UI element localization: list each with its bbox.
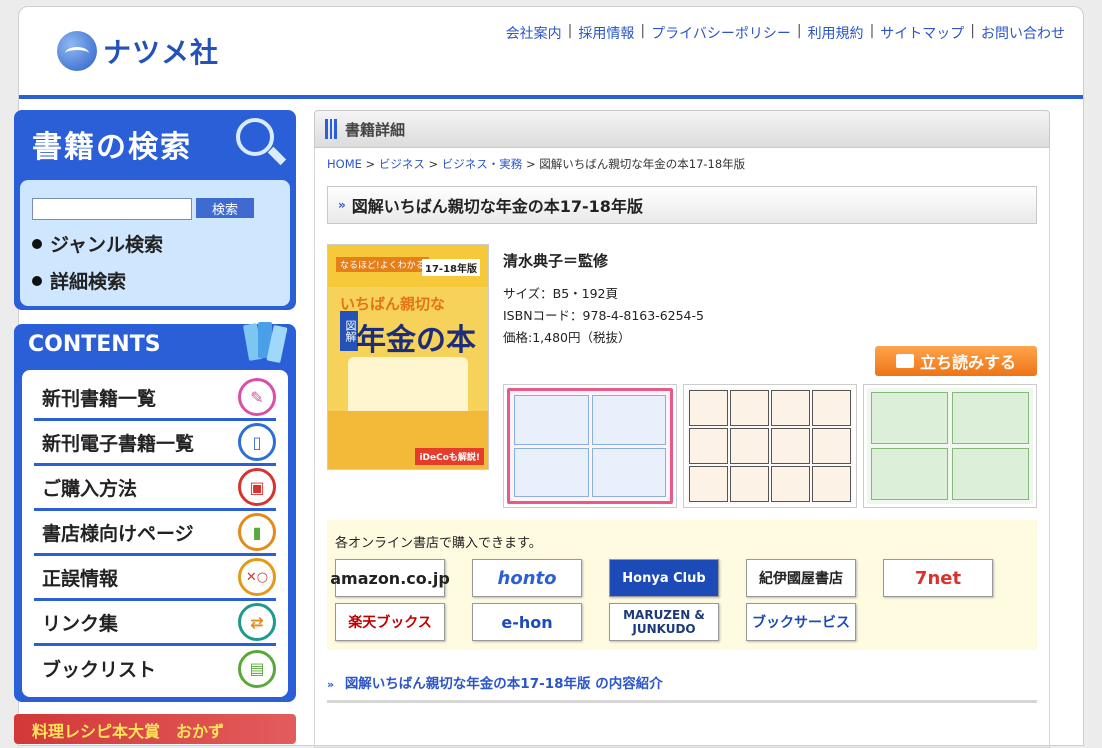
- book-info-area: なるほど!よくわかる 17-18年版 いちばん親切な 図解 年金の本 iDeCo…: [327, 244, 1037, 514]
- cover-year: 17-18年版: [422, 259, 480, 276]
- double-arrow-icon: »: [327, 678, 335, 691]
- tablet-icon: ▯: [238, 423, 276, 461]
- intro-heading: » 図解いちばん親切な年金の本17-18年版 の内容紹介: [327, 672, 1037, 703]
- exchange-icon: ⇄: [238, 603, 276, 641]
- shop-ehon[interactable]: e-hon: [472, 603, 582, 641]
- crumb-current: 図解いちばん親切な年金の本17-18年版: [539, 157, 746, 171]
- menu-new-ebooks[interactable]: 新刊電子書籍一覧 ▯: [34, 421, 276, 466]
- book-title: 図解いちばん親切な年金の本17-18年版: [351, 197, 643, 216]
- search-input[interactable]: [32, 198, 192, 220]
- book-size: サイズ：B5・192頁: [503, 286, 619, 301]
- menu-booklist[interactable]: ブックリスト ▤: [34, 646, 276, 691]
- recipe-award-banner[interactable]: 料理レシピ本大賞 おかず: [14, 714, 296, 744]
- main-content: 書籍詳細 HOME > ビジネス > ビジネス・実務 > 図解いちばん親切な年金…: [314, 110, 1050, 748]
- intro-title: 図解いちばん親切な年金の本17-18年版 の内容紹介: [344, 676, 663, 692]
- shops-label: 各オンライン書店で購入できます。: [335, 536, 542, 551]
- search-box: 書籍の検索 検索 ジャンル検索 詳細検索: [14, 110, 296, 310]
- logo-text: ナツメ社: [103, 36, 220, 69]
- menu-bookstore[interactable]: 書店様向けページ ▮: [34, 511, 276, 556]
- menu-label: 新刊書籍一覧: [42, 387, 157, 410]
- menu-links[interactable]: リンク集 ⇄: [34, 601, 276, 646]
- crumb-business-practice[interactable]: ビジネス・実務: [442, 157, 523, 171]
- top-nav: 会社案内 | 採用情報 | プライバシーポリシー | 利用規約 | サイトマップ | お問…: [505, 23, 1065, 43]
- menu-errata[interactable]: 正誤情報 ✕○: [34, 556, 276, 601]
- detail-search-link[interactable]: 詳細検索: [32, 267, 278, 294]
- open-book-icon: [895, 354, 914, 368]
- contents-menu: 新刊書籍一覧 ✎ 新刊電子書籍一覧 ▯ ご購入方法 ▣ 書店様向けページ ▮ 正…: [22, 370, 288, 697]
- sidebar: 書籍の検索 検索 ジャンル検索 詳細検索 CONTENTS 新刊書籍一覧 ✎ 新…: [14, 110, 296, 744]
- nav-sitemap[interactable]: サイトマップ: [880, 23, 964, 43]
- magnifier-icon: [232, 116, 287, 166]
- shop-kinokuniya[interactable]: 紀伊國屋書店: [746, 559, 856, 597]
- header: ナツメ社 会社案内 | 採用情報 | プライバシーポリシー | 利用規約 | サイトマッ…: [19, 7, 1083, 99]
- book-price: 価格:1,480円（税抜）: [503, 330, 631, 345]
- preview-thumb-1[interactable]: [503, 384, 677, 508]
- crumb-business[interactable]: ビジネス: [379, 157, 425, 171]
- search-panel: 検索 ジャンル検索 詳細検索: [20, 180, 290, 306]
- nav-recruit[interactable]: 採用情報: [578, 23, 634, 43]
- book-author: 清水典子＝監修: [503, 252, 609, 270]
- shop-bookservice[interactable]: ブックサービス: [746, 603, 856, 641]
- nav-contact[interactable]: お問い合わせ: [981, 23, 1065, 43]
- cover-illustration: [348, 357, 468, 417]
- genre-search-link[interactable]: ジャンル検索: [32, 230, 278, 257]
- preview-thumbnails: [503, 384, 1037, 508]
- preview-thumb-2[interactable]: [683, 384, 857, 508]
- book-isbn: ISBNコード：978-4-8163-6254-5: [503, 308, 704, 323]
- menu-purchase[interactable]: ご購入方法 ▣: [34, 466, 276, 511]
- section-title: 書籍詳細: [345, 120, 406, 139]
- section-header: 書籍詳細: [314, 110, 1050, 148]
- menu-label: 正誤情報: [42, 567, 119, 590]
- shop-rakuten[interactable]: 楽天ブックス: [335, 603, 445, 641]
- online-shops: 各オンライン書店で購入できます。 amazon.co.jp honto Hony…: [327, 520, 1037, 650]
- contents-box: CONTENTS 新刊書籍一覧 ✎ 新刊電子書籍一覧 ▯ ご購入方法 ▣ 書店様…: [14, 322, 296, 702]
- shop-honyaclub[interactable]: Honya Club: [609, 559, 719, 597]
- cover-band: なるほど!よくわかる: [336, 257, 429, 272]
- book-detail: HOME > ビジネス > ビジネス・実務 > 図解いちばん親切な年金の本17-…: [314, 148, 1050, 748]
- menu-label: ご購入方法: [42, 477, 138, 500]
- correct-wrong-icon: ✕○: [238, 558, 276, 596]
- double-arrow-icon: »: [338, 198, 346, 212]
- bookstore-icon: ▮: [238, 513, 276, 551]
- cart-icon: ▣: [238, 468, 276, 506]
- nav-terms[interactable]: 利用規約: [808, 23, 864, 43]
- preview-label: 立ち読みする: [919, 353, 1016, 372]
- menu-new-books[interactable]: 新刊書籍一覧 ✎: [34, 376, 276, 421]
- crumb-home[interactable]: HOME: [327, 157, 362, 171]
- bars-icon: [325, 119, 337, 139]
- clipboard-icon: ▤: [238, 649, 276, 688]
- menu-label: リンク集: [42, 612, 119, 635]
- nav-company[interactable]: 会社案内: [506, 23, 562, 43]
- nav-privacy[interactable]: プライバシーポリシー: [651, 23, 791, 43]
- cover-badge: iDeCoも解説!: [415, 448, 484, 465]
- menu-label: 新刊電子書籍一覧: [42, 432, 195, 455]
- shop-maruzen-junkudo[interactable]: MARUZEN & JUNKUDO: [609, 603, 719, 641]
- breadcrumb: HOME > ビジネス > ビジネス・実務 > 図解いちばん親切な年金の本17-…: [327, 157, 746, 171]
- menu-label: 書店様向けページ: [42, 522, 194, 545]
- books-icon: [242, 320, 288, 364]
- preview-button[interactable]: 立ち読みする: [875, 346, 1037, 376]
- logo[interactable]: ナツメ社: [57, 31, 219, 71]
- shop-honto[interactable]: honto: [472, 559, 582, 597]
- cover-title-2: 年金の本: [356, 323, 476, 358]
- book-cover[interactable]: なるほど!よくわかる 17-18年版 いちばん親切な 図解 年金の本 iDeCo…: [327, 244, 489, 470]
- shop-7net[interactable]: 7net: [883, 559, 993, 597]
- shop-amazon[interactable]: amazon.co.jp: [330, 559, 450, 597]
- logo-icon: [57, 31, 97, 71]
- book-title-bar: » 図解いちばん親切な年金の本17-18年版: [327, 186, 1037, 224]
- preview-thumb-3[interactable]: [863, 384, 1037, 508]
- menu-label: ブックリスト: [42, 659, 157, 681]
- book-meta: 清水典子＝監修 サイズ：B5・192頁 ISBNコード：978-4-8163-6…: [503, 250, 704, 349]
- search-button[interactable]: 検索: [196, 198, 254, 218]
- new-book-icon: ✎: [238, 378, 276, 416]
